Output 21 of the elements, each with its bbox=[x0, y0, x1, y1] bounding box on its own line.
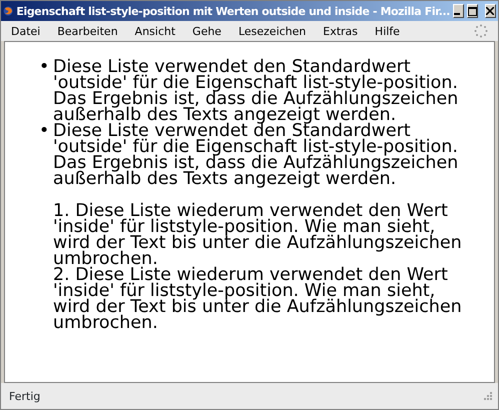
menu-item[interactable]: Datei bbox=[11, 24, 40, 38]
bullet: • bbox=[39, 123, 50, 143]
menu-item[interactable]: Ansicht bbox=[134, 24, 176, 38]
resize-grip-icon bbox=[484, 392, 492, 400]
numbered-list-item: 2. Diese Liste wiederum verwendet den Wert 'inside' für liststyle-position. Wie man sieht, wird der Text bis unter die Aufzählungszeichen umbrochen. bbox=[53, 265, 462, 333]
throbber-icon bbox=[474, 24, 488, 38]
close-icon bbox=[486, 7, 494, 15]
menu-item[interactable]: Bearbeiten bbox=[57, 24, 118, 38]
window-title: Eigenschaft list-style-position mit Werten outside und inside - Mozilla Fir... bbox=[16, 4, 450, 18]
menu-item[interactable]: Lesezeichen bbox=[238, 24, 306, 38]
maximize-button[interactable] bbox=[466, 4, 478, 18]
minimize-button[interactable] bbox=[452, 4, 464, 18]
menu-item[interactable]: Extras bbox=[323, 24, 358, 38]
menu-item[interactable]: Gehe bbox=[192, 24, 222, 38]
list-item-text: Diese Liste verwendet den Standardwert 'outside' für die Eigenschaft list-style-position. Das Ergebnis ist, dass die Aufzählungszeichen außerhalb des Texts angezeigt werden. bbox=[53, 59, 460, 123]
close-button[interactable] bbox=[484, 4, 496, 18]
menu-item[interactable]: Hilfe bbox=[374, 24, 400, 38]
maximize-icon bbox=[468, 6, 477, 16]
bullet: • bbox=[39, 59, 50, 79]
list-item-text: Diese Liste verwendet den Standardwert 'outside' für die Eigenschaft list-style-position. Das Ergebnis ist, dass die Aufzählungszeichen außerhalb des Texts angezeigt werden. bbox=[53, 123, 460, 187]
status-text: Fertig bbox=[9, 390, 40, 402]
